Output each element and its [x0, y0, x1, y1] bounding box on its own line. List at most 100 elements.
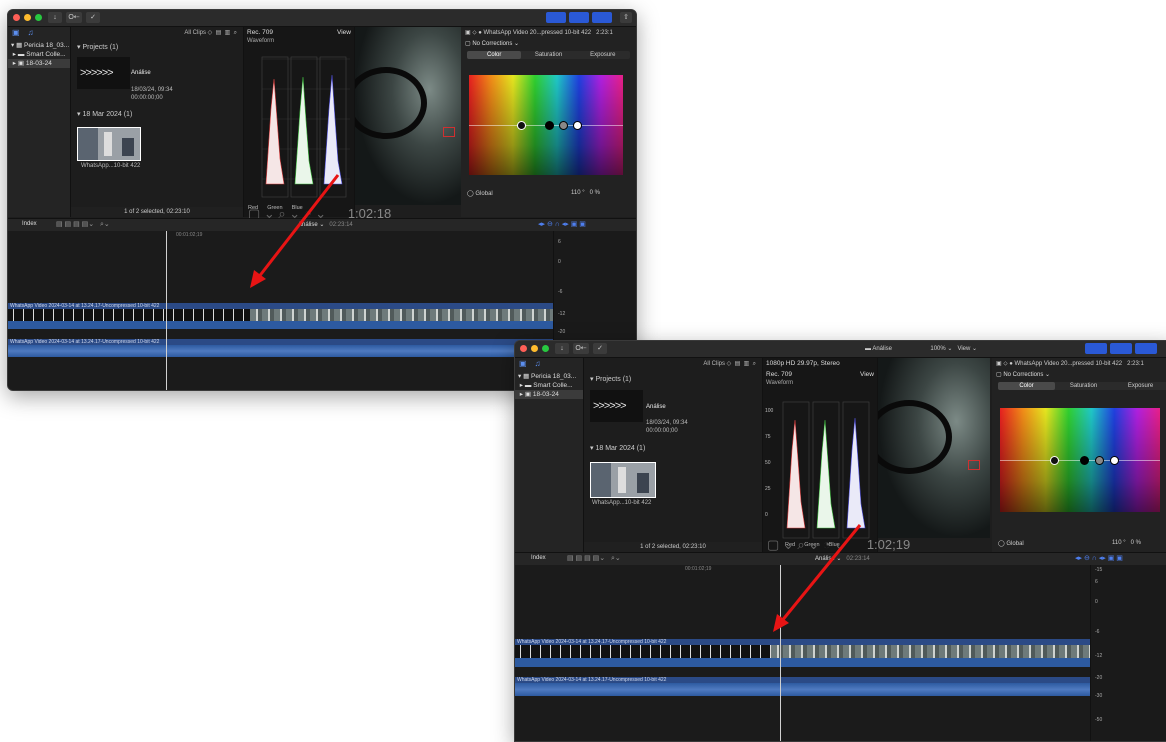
video-clip-audio[interactable]	[8, 321, 553, 329]
project-timecode: 00:00:00;00	[131, 95, 163, 101]
timeline[interactable]: 00:01:02;19 WhatsApp Video 2024-03-14 at…	[515, 565, 1092, 741]
layout-browser-button[interactable]	[1085, 343, 1107, 354]
playhead[interactable]	[166, 231, 167, 390]
layout-inspector-button[interactable]	[592, 12, 612, 23]
playhead[interactable]	[780, 565, 781, 741]
project-label: Análise	[131, 70, 151, 76]
project-label: Análise	[646, 404, 666, 410]
puck-midtones[interactable]	[559, 121, 568, 130]
layout-browser-button[interactable]	[546, 12, 566, 23]
close-button[interactable]	[520, 345, 527, 352]
projects-header[interactable]: ▾ Projects (1)	[71, 43, 243, 51]
event-item[interactable]: ▸ ▣ 18-03-24	[8, 59, 70, 68]
tab-saturation[interactable]: Saturation	[521, 51, 575, 59]
viewer[interactable]	[355, 27, 461, 205]
puck-master[interactable]	[1050, 456, 1059, 465]
date-header[interactable]: ▾ 18 Mar 2024 (1)	[71, 110, 132, 118]
tab-exposure[interactable]: Exposure	[576, 51, 630, 59]
color-board[interactable]	[469, 75, 623, 175]
toolbar: ↓ O⇠ ✓ ⇧	[8, 10, 636, 27]
inspector-header: ▣ ⬦ ● WhatsApp Video 20...pressed 10-bit…	[465, 30, 613, 36]
library-item[interactable]: ▾ ▦ Pericia 18_03...	[515, 372, 583, 381]
puck-midtones[interactable]	[1095, 456, 1104, 465]
audio-clip-waveform[interactable]	[515, 683, 1090, 696]
tab-color[interactable]: Color	[998, 382, 1055, 390]
projects-header[interactable]: ▾ Projects (1)	[584, 375, 762, 383]
background-tasks-button[interactable]: ✓	[86, 12, 100, 23]
timeline-title[interactable]: Análise ⌄ 02:23:14	[298, 221, 353, 228]
project-thumbnail[interactable]: >>>>>>	[77, 57, 130, 89]
layout-timeline-button[interactable]	[1110, 343, 1132, 354]
clip-thumbnail[interactable]	[77, 127, 141, 161]
puck-shadows[interactable]	[545, 121, 554, 130]
share-button[interactable]: ⇧	[620, 12, 632, 23]
keyword-button[interactable]: O⇠	[66, 12, 82, 23]
tab-color[interactable]: Color	[467, 51, 522, 59]
puck-master[interactable]	[517, 121, 526, 130]
photos-icon[interactable]: ♫	[28, 28, 34, 40]
puck-highlights[interactable]	[1110, 456, 1119, 465]
scope-view-menu[interactable]: View	[337, 29, 351, 36]
keyword-button[interactable]: O⇠	[573, 343, 589, 354]
puck-highlights[interactable]	[573, 121, 582, 130]
ruler-timecode: 00:01:02;19	[176, 232, 203, 238]
smart-collections-item[interactable]: ▸ ▬ Smart Colle...	[8, 50, 70, 59]
timeline-controls[interactable]: ◂▸ ⊖ ∩ ◂▸ ▣ ▣	[538, 220, 586, 228]
video-clip-filmstrip-light[interactable]	[771, 645, 1090, 658]
clip-caption: WhatsApp...10-bit 422	[81, 163, 141, 169]
import-button[interactable]: ↓	[555, 343, 569, 354]
timeline[interactable]: 00:01:02;19 WhatsApp Video 2024-03-14 at…	[8, 231, 555, 390]
smart-collections-item[interactable]: ▸ ▬ Smart Colle...	[515, 381, 583, 390]
video-clip-filmstrip-dark[interactable]	[515, 645, 771, 658]
viewer[interactable]	[878, 358, 990, 538]
date-header[interactable]: ▾ 18 Mar 2024 (1)	[584, 444, 645, 452]
corrections-menu[interactable]: ▢ No Corrections ⌄	[992, 370, 1166, 379]
index-button[interactable]: Index	[22, 221, 37, 227]
import-button[interactable]: ↓	[48, 12, 62, 23]
library-icon[interactable]: ▣	[519, 359, 527, 371]
clip-caption: WhatsApp...10-bit 422	[592, 500, 652, 506]
color-board[interactable]	[1000, 408, 1160, 512]
library-icon[interactable]: ▣	[12, 28, 20, 40]
video-clip-audio[interactable]	[515, 658, 1090, 667]
clip-appearance-icons[interactable]: ▤ ▤ ▤ ▤⌄ ⌕⌄	[56, 220, 110, 229]
library-sidebar: ▣ ♫ ▾ ▦ Pericia 18_03... ▸ ▬ Smart Colle.…	[515, 358, 584, 552]
browser-filter[interactable]: All Clips ◇ ▤ ▥ ⌕	[71, 27, 243, 39]
scope-view-menu[interactable]: View	[860, 371, 874, 378]
zoom-button[interactable]	[35, 14, 42, 21]
scope-mode: Waveform	[247, 38, 275, 44]
project-timecode: 00:00:00;00	[646, 428, 678, 434]
event-item[interactable]: ▸ ▣ 18-03-24	[515, 390, 583, 399]
project-date: 18/03/24, 09:34	[131, 87, 173, 93]
photos-icon[interactable]: ♫	[535, 359, 541, 371]
background-tasks-button[interactable]: ✓	[593, 343, 607, 354]
minimize-button[interactable]	[531, 345, 538, 352]
corrections-menu[interactable]: ▢ No Corrections ⌄	[461, 39, 636, 48]
zoom-button[interactable]	[542, 345, 549, 352]
timeline-title[interactable]: Análise ⌄ 02:23:14	[815, 555, 870, 562]
browser-filter[interactable]: All Clips ◇ ▤ ▥ ⌕	[584, 358, 762, 370]
audio-clip-waveform[interactable]	[8, 345, 553, 357]
video-clip-filmstrip-light[interactable]	[250, 309, 553, 321]
ruler-timecode: 00:01:02;19	[685, 566, 712, 572]
close-button[interactable]	[13, 14, 20, 21]
timeline-controls[interactable]: ◂▸ ⊖ ∩ ◂▸ ▣ ▣	[1075, 554, 1123, 562]
scope-colorspace[interactable]: Rec. 709	[247, 29, 273, 36]
video-clip-filmstrip-dark[interactable]	[8, 309, 250, 321]
library-item[interactable]: ▾ ▦ Pericia 18_03...	[8, 41, 70, 50]
index-button[interactable]: Index	[531, 555, 546, 561]
layout-inspector-button[interactable]	[1135, 343, 1157, 354]
clip-thumbnail[interactable]	[590, 462, 656, 498]
scope-colorspace[interactable]: Rec. 709	[766, 371, 792, 378]
inspector: ▣ ⬦ ● WhatsApp Video 20...pressed 10-bit…	[992, 358, 1166, 552]
minimize-button[interactable]	[24, 14, 31, 21]
layout-timeline-button[interactable]	[569, 12, 589, 23]
puck-shadows[interactable]	[1080, 456, 1089, 465]
global-row[interactable]: ◯ Global	[467, 190, 493, 197]
window-controls	[13, 14, 42, 21]
project-thumbnail[interactable]: >>>>>>	[590, 390, 643, 422]
tab-exposure[interactable]: Exposure	[1112, 382, 1166, 390]
tab-saturation[interactable]: Saturation	[1055, 382, 1112, 390]
global-row[interactable]: ◯ Global	[998, 540, 1024, 547]
clip-appearance-icons[interactable]: ▤ ▤ ▤ ▤⌄ ⌕⌄	[567, 554, 621, 563]
